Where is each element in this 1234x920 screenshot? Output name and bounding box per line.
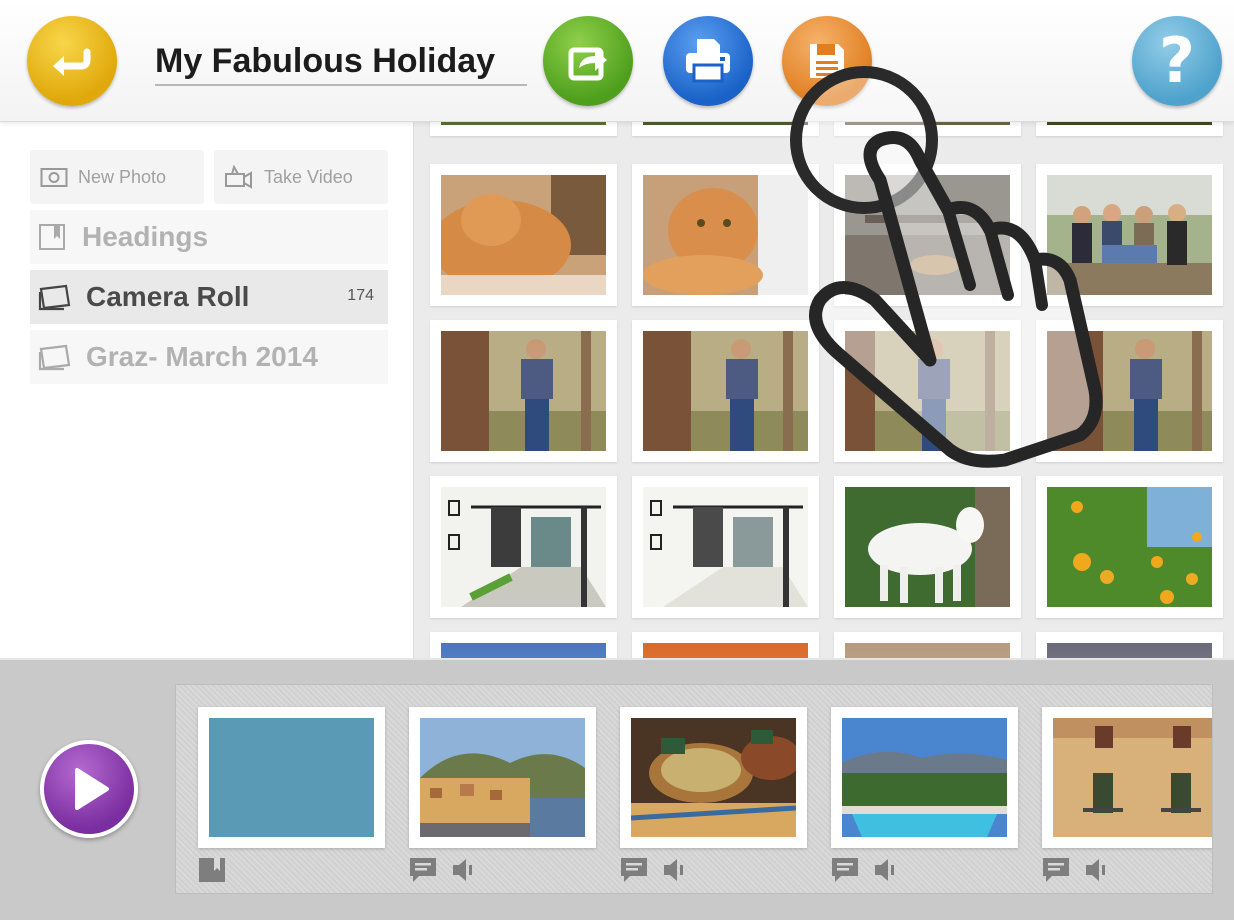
audio-icon[interactable] [1084,857,1108,883]
project-title: My Fabulous Holiday [155,42,496,80]
print-button[interactable] [663,16,753,106]
photo-thumbnail[interactable] [834,632,1021,658]
pool-photo[interactable] [831,707,1018,848]
new-photo-label: New Photo [78,166,167,187]
sidebar-item-label: Graz- March 2014 [86,341,318,372]
goat-photo[interactable] [834,476,1021,618]
coast-town-photo[interactable] [409,707,596,848]
bookmark-icon [38,223,68,251]
heading-marker-icon[interactable] [198,857,226,883]
audio-icon[interactable] [873,857,897,883]
audio-icon[interactable] [451,857,475,883]
play-button[interactable] [40,740,138,838]
camera-icon [40,166,68,188]
caption-icon[interactable] [620,857,648,883]
photo-thumbnail[interactable] [430,122,617,136]
cat-photo[interactable] [430,164,617,306]
caption-icon[interactable] [409,857,437,883]
caption-icon[interactable] [1042,857,1070,883]
blank-slide[interactable] [198,707,385,848]
sidebar-item-label: Camera Roll [86,281,250,312]
project-title-field[interactable]: My Fabulous Holiday [155,38,527,86]
photo-thumbnail[interactable] [430,632,617,658]
photos-icon [38,343,72,371]
share-button[interactable] [543,16,633,106]
play-icon [75,768,109,810]
help-button[interactable]: ? [1132,16,1222,106]
back-button[interactable] [27,16,117,106]
photos-icon [38,283,72,311]
new-photo-button[interactable]: New Photo [30,150,204,204]
woman-tree-photo[interactable] [430,320,617,462]
lemon-tree-photo[interactable] [1036,476,1223,618]
sidebar-item-graz-album[interactable]: Graz- March 2014 [30,330,388,384]
building-photo[interactable] [1042,707,1212,848]
photo-count-badge: 174 [347,287,374,304]
back-arrow-icon [53,48,91,76]
photo-thumbnail[interactable] [632,632,819,658]
photo-thumbnail[interactable] [1036,632,1223,658]
share-icon [568,47,607,81]
sketch-photo[interactable] [632,476,819,618]
audio-icon[interactable] [662,857,686,883]
help-icon: ? [1159,24,1195,97]
caption-icon[interactable] [831,857,859,883]
slide-controls [409,857,475,883]
sidebar-item-camera-roll[interactable]: Camera Roll 174 [30,270,388,324]
sidebar: New Photo Take Video Headings Camera Rol… [0,122,412,658]
tap-gesture-icon [790,66,1103,468]
slide-controls [198,857,226,883]
slide-controls [831,857,897,883]
app-window: My Fabulous Holiday ? New Photo Take Vid… [0,0,1234,920]
sketch-photo[interactable] [430,476,617,618]
food-market-photo[interactable] [620,707,807,848]
sidebar-item-label: Headings [82,221,209,252]
take-video-label: Take Video [264,166,353,187]
sidebar-item-headings[interactable]: Headings [30,210,388,264]
slide-controls [1042,857,1108,883]
video-camera-icon [224,165,254,189]
slide-strip [175,684,1213,894]
print-icon [686,39,730,83]
slide-timeline [0,658,1234,920]
slide-controls [620,857,686,883]
take-video-button[interactable]: Take Video [214,150,388,204]
